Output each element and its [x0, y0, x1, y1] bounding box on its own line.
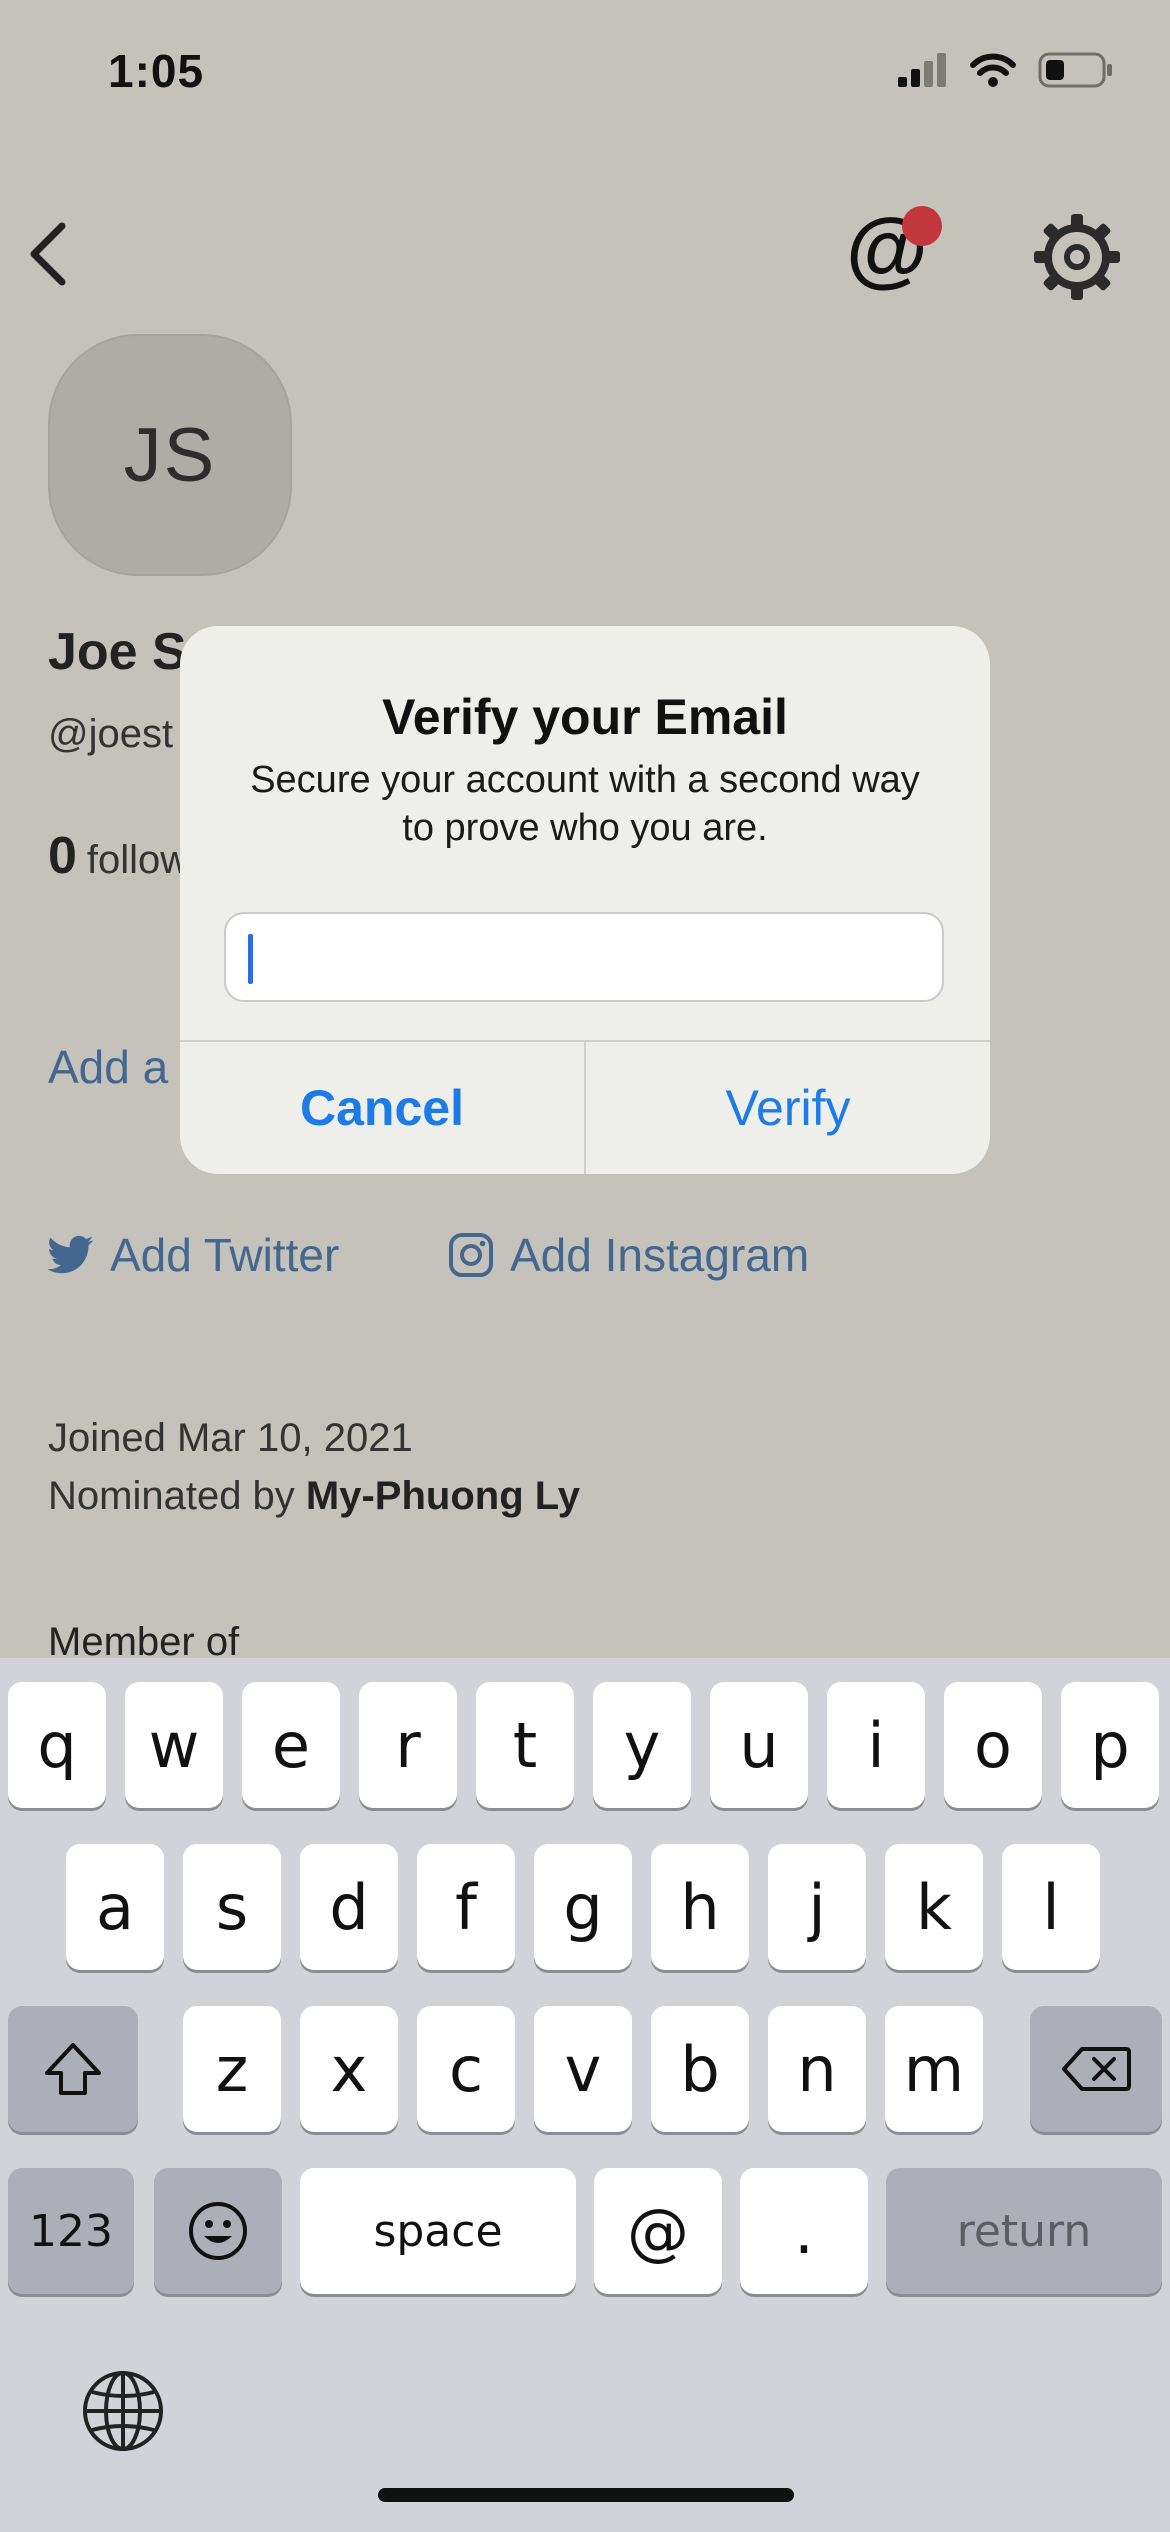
dialog-title: Verify your Email [382, 689, 788, 745]
key-z[interactable]: z [183, 2006, 281, 2132]
key-n[interactable]: n [768, 2006, 866, 2132]
key-w[interactable]: w [125, 1682, 223, 1808]
nominated-by: Nominated by My-Phuong Ly [48, 1474, 580, 1519]
twitter-icon [48, 1235, 94, 1274]
nominator-name[interactable]: My-Phuong Ly [306, 1474, 580, 1518]
profile-screen: 1:05 @ JS Joe St @joest 0 follow Add a A… [0, 0, 1170, 2532]
key-d[interactable]: d [300, 1844, 398, 1970]
space-key[interactable]: space [300, 2168, 576, 2294]
signal-icon [898, 53, 946, 87]
home-indicator [378, 2488, 794, 2502]
key-e[interactable]: e [242, 1682, 340, 1808]
key-x[interactable]: x [300, 2006, 398, 2132]
settings-button[interactable] [1032, 212, 1122, 302]
globe-icon [83, 2371, 163, 2451]
mentions-button[interactable]: @ [840, 200, 950, 310]
profile-handle: @joest [48, 712, 174, 756]
emoji-key[interactable] [154, 2168, 282, 2294]
verify-email-dialog: Verify your Email Secure your account wi… [180, 626, 990, 1174]
followers-count[interactable]: 0 follow [48, 826, 189, 886]
key-o[interactable]: o [944, 1682, 1042, 1808]
key-s[interactable]: s [183, 1844, 281, 1970]
avatar[interactable]: JS [48, 334, 292, 576]
key-f[interactable]: f [417, 1844, 515, 1970]
key-a[interactable]: a [66, 1844, 164, 1970]
return-key[interactable]: return [886, 2168, 1162, 2294]
key-c[interactable]: c [417, 2006, 515, 2132]
add-instagram-button[interactable]: Add Instagram [448, 1228, 809, 1282]
cancel-button[interactable]: Cancel [180, 1042, 584, 1174]
add-twitter-button[interactable]: Add Twitter [48, 1228, 339, 1282]
key-at[interactable]: @ [594, 2168, 722, 2294]
key-j[interactable]: j [768, 1844, 866, 1970]
key-period[interactable]: . [740, 2168, 868, 2294]
follower-label: follow [86, 838, 190, 882]
key-p[interactable]: p [1061, 1682, 1159, 1808]
nominated-prefix: Nominated by [48, 1474, 295, 1518]
back-button[interactable] [22, 218, 78, 290]
follower-count-value: 0 [48, 827, 77, 885]
chevron-left-icon [30, 222, 66, 286]
status-time: 1:05 [108, 45, 205, 97]
numbers-key[interactable]: 123 [8, 2168, 134, 2294]
verify-button[interactable]: Verify [586, 1042, 990, 1174]
text-cursor [248, 934, 253, 984]
add-instagram-label: Add Instagram [510, 1229, 810, 1281]
key-r[interactable]: r [359, 1682, 457, 1808]
battery-icon [1038, 52, 1112, 88]
key-v[interactable]: v [534, 2006, 632, 2132]
key-k[interactable]: k [885, 1844, 983, 1970]
shift-icon [45, 2043, 101, 2095]
emoji-icon [189, 2202, 247, 2260]
joined-date: Joined Mar 10, 2021 [48, 1416, 413, 1460]
globe-button[interactable] [80, 2368, 166, 2454]
dialog-message: Secure your account with a second way to… [250, 759, 920, 849]
key-q[interactable]: q [8, 1682, 106, 1808]
backspace-key[interactable] [1030, 2006, 1162, 2132]
key-i[interactable]: i [827, 1682, 925, 1808]
key-l[interactable]: l [1002, 1844, 1100, 1970]
shift-key[interactable] [8, 2006, 138, 2132]
key-g[interactable]: g [534, 1844, 632, 1970]
email-field[interactable] [224, 912, 944, 1002]
notification-dot [902, 206, 942, 246]
key-u[interactable]: u [710, 1682, 808, 1808]
wifi-icon [970, 53, 1016, 87]
add-bio-link[interactable]: Add a [48, 1040, 168, 1094]
status-icons [898, 52, 1114, 88]
key-y[interactable]: y [593, 1682, 691, 1808]
key-m[interactable]: m [885, 2006, 983, 2132]
add-twitter-label: Add Twitter [110, 1229, 340, 1281]
gear-icon [1034, 214, 1120, 300]
key-t[interactable]: t [476, 1682, 574, 1808]
key-h[interactable]: h [651, 1844, 749, 1970]
key-b[interactable]: b [651, 2006, 749, 2132]
keyboard: q w e r t y u i o p a s d f g h j k l z … [0, 1658, 1170, 2532]
backspace-icon [1062, 2047, 1131, 2091]
instagram-icon [449, 1233, 493, 1277]
